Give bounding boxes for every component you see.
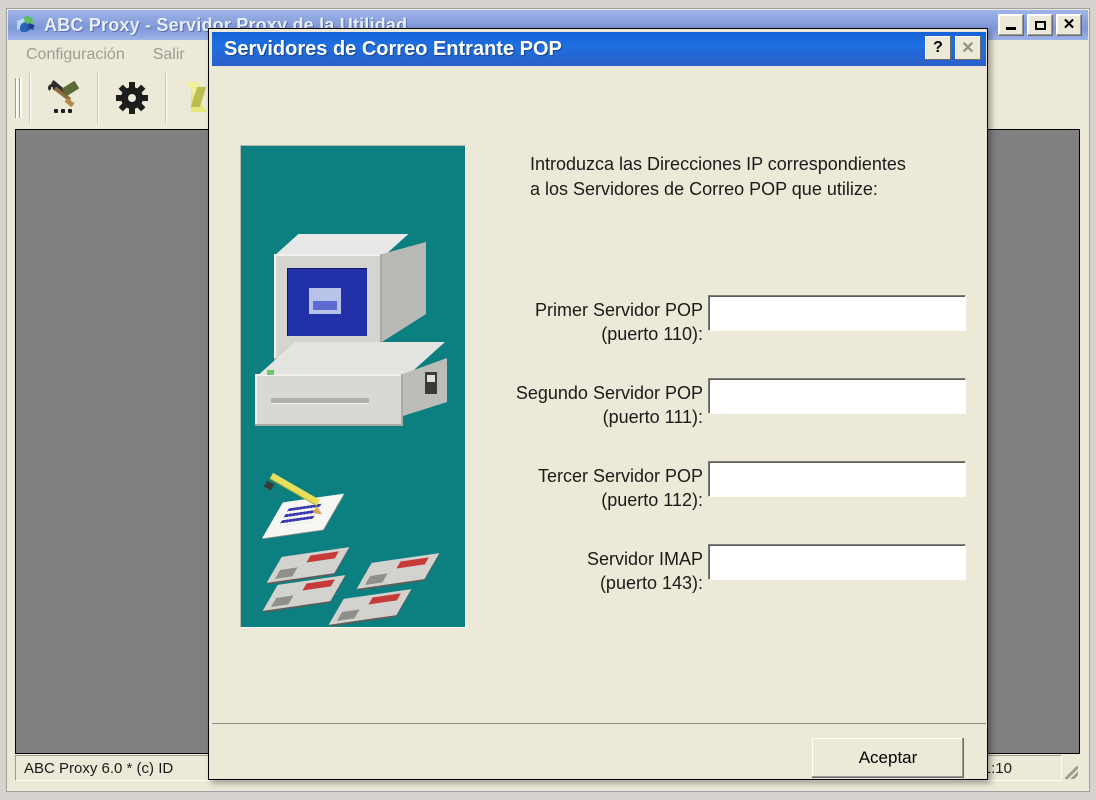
imap-server-label: Servidor IMAP (puerto 143): (586, 549, 703, 593)
menu-item-configuracion[interactable]: Configuración (16, 44, 135, 66)
imap-server-input[interactable] (708, 544, 966, 580)
gear-icon (116, 82, 148, 114)
toolbar-button-tools[interactable] (33, 72, 95, 124)
minimize-icon (1006, 27, 1016, 30)
dialog-close-button[interactable]: ✕ (955, 36, 981, 60)
window-resize-grip[interactable] (1062, 755, 1080, 781)
instruction-text: Introduzca las Direcciones IP correspond… (530, 154, 906, 199)
form-row: Segundo Servidor POP (puerto 111): (470, 378, 970, 434)
close-button[interactable]: ✕ (1056, 14, 1082, 36)
toolbar-separator (97, 73, 99, 123)
toolbar-button-settings[interactable] (101, 72, 163, 124)
dialog-footer: Aceptar (212, 723, 986, 778)
close-icon: ✕ (961, 40, 975, 57)
floppy-disk-icon (356, 553, 440, 589)
third-pop-server-input[interactable] (708, 461, 966, 497)
computer-workstation-illustration (240, 145, 466, 628)
form-row: Servidor IMAP (puerto 143): (470, 544, 970, 600)
window-controls: ✕ (998, 14, 1082, 36)
pop-servers-dialog: Servidores de Correo Entrante POP ? ✕ In… (208, 28, 988, 780)
first-pop-server-label: Primer Servidor POP (puerto 110): (534, 300, 703, 344)
close-icon: ✕ (1062, 15, 1076, 33)
second-pop-server-input[interactable] (708, 378, 966, 414)
toolbar-separator (165, 73, 167, 123)
dialog-body: Introduzca las Direcciones IP correspond… (212, 68, 986, 723)
minimize-button[interactable] (998, 14, 1024, 36)
proxy-globe-icon (16, 15, 36, 35)
help-button[interactable]: ? (925, 36, 951, 60)
hammer-wrench-tools-icon (47, 80, 81, 113)
dialog-titlebar[interactable]: Servidores de Correo Entrante POP ? ✕ (212, 32, 986, 66)
form-row: Primer Servidor POP (puerto 110): (470, 295, 970, 351)
toolbar-separator (29, 73, 31, 123)
dialog-window-controls: ? ✕ (925, 36, 981, 60)
third-pop-server-label: Tercer Servidor POP (puerto 112): (537, 466, 703, 510)
maximize-icon (1034, 20, 1046, 30)
dialog-title: Servidores de Correo Entrante POP (224, 37, 562, 60)
floppy-disk-icon (328, 589, 412, 625)
question-mark-icon: ? (933, 39, 943, 56)
form-row: Tercer Servidor POP (puerto 112): (470, 461, 970, 517)
accept-button[interactable]: Aceptar (812, 738, 964, 778)
maximize-button[interactable] (1027, 14, 1053, 36)
menu-item-salir[interactable]: Salir (143, 44, 195, 66)
first-pop-server-input[interactable] (708, 295, 966, 331)
second-pop-server-label: Segundo Servidor POP (puerto 111): (515, 383, 703, 427)
toolbar-drag-handle[interactable] (14, 78, 23, 118)
